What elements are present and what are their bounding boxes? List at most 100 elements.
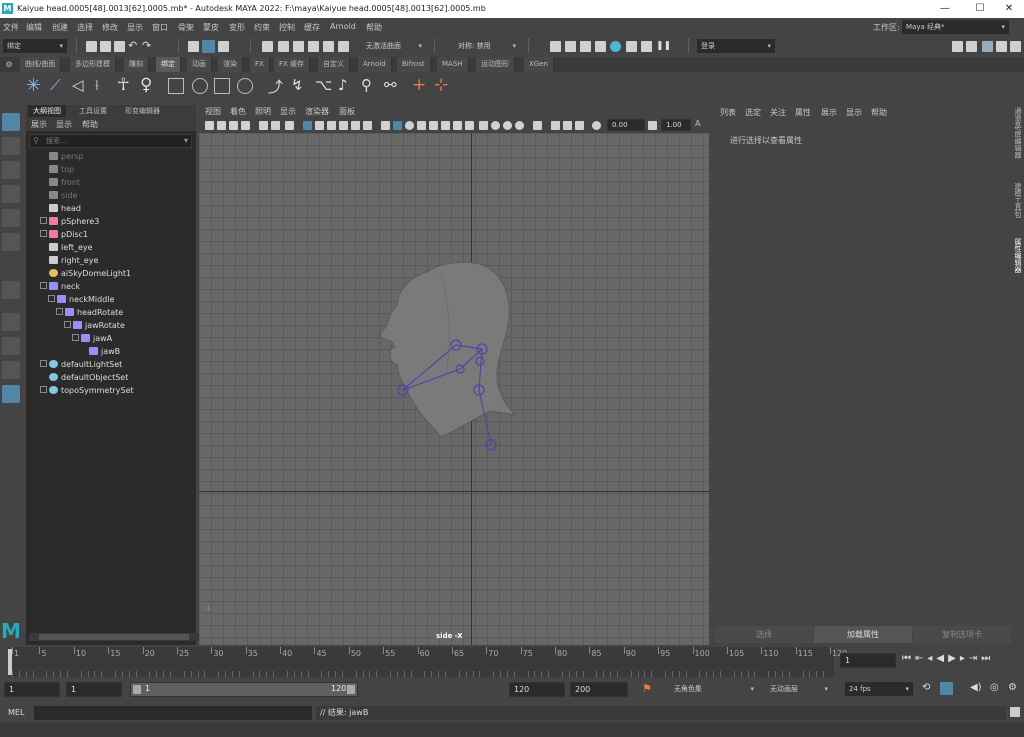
- lasso-tool-icon[interactable]: [2, 137, 20, 155]
- outliner-item[interactable]: right_eye: [40, 254, 98, 267]
- smooth-bind-icon[interactable]: [192, 78, 208, 94]
- menu-edit[interactable]: 编辑: [26, 22, 42, 33]
- search-options-chevron-icon[interactable]: ▾: [184, 136, 188, 145]
- hypershade-icon[interactable]: [610, 41, 621, 52]
- textured-icon[interactable]: [417, 121, 426, 130]
- mel-label[interactable]: MEL: [8, 708, 24, 717]
- point-constraint-icon[interactable]: +: [412, 75, 426, 95]
- step-back-key-icon[interactable]: ⇤: [915, 653, 927, 664]
- tab-tool-settings[interactable]: 工具设置: [74, 105, 112, 117]
- color-space-icon[interactable]: A: [695, 119, 700, 128]
- attr-menu-selected[interactable]: 选定: [745, 107, 761, 118]
- snap-point-icon[interactable]: [293, 41, 304, 52]
- attr-menu-list[interactable]: 列表: [720, 107, 736, 118]
- shelf-tab-fx[interactable]: FX: [250, 57, 270, 72]
- wrap-icon[interactable]: [237, 78, 253, 94]
- insert-joint-icon[interactable]: ⟋: [50, 76, 61, 94]
- menu-display[interactable]: 显示: [127, 22, 143, 33]
- shelf-tab-poly-modeling[interactable]: 多边形建模: [70, 57, 116, 72]
- select-object-icon[interactable]: [202, 40, 215, 53]
- last-tool-icon[interactable]: [2, 281, 20, 299]
- orient-joint-icon[interactable]: ⟊: [95, 76, 99, 94]
- menu-skeleton[interactable]: 骨架: [178, 22, 194, 33]
- parent-constraint-icon[interactable]: ⊹: [434, 75, 448, 95]
- menu-control[interactable]: 控制: [279, 22, 295, 33]
- outliner-menu-display[interactable]: 显示: [56, 119, 72, 130]
- time-slider-track[interactable]: 1 5 10 15 20 25 30 35 40 45 50 55 60 65 70 75 80 85 90 95 10…: [8, 647, 847, 677]
- outliner-item[interactable]: jawA: [72, 332, 112, 345]
- backface-culling-icon[interactable]: [533, 121, 542, 130]
- outliner-item[interactable]: jawB: [80, 345, 120, 358]
- expand-toggle-icon[interactable]: [48, 295, 55, 302]
- scale-tool-icon[interactable]: [2, 233, 20, 251]
- color-management-icon[interactable]: [575, 121, 584, 130]
- grease-pencil-icon[interactable]: [259, 121, 268, 130]
- menu-help[interactable]: 帮助: [366, 22, 382, 33]
- menu-arnold[interactable]: Arnold: [330, 22, 356, 31]
- outliner-item[interactable]: pDisc1: [40, 228, 88, 241]
- tab-modeling-toolkit[interactable]: 建模工具包: [1012, 183, 1024, 218]
- menu-modify[interactable]: 修改: [102, 22, 118, 33]
- bind-skin-icon[interactable]: [168, 78, 184, 94]
- outliner-item[interactable]: persp: [40, 150, 84, 163]
- outliner-horizontal-scrollbar[interactable]: [29, 633, 213, 641]
- wireframe-on-shaded-icon[interactable]: [405, 121, 414, 130]
- select-hierarchy-icon[interactable]: [188, 41, 199, 52]
- outliner-layout-icon[interactable]: [2, 385, 20, 403]
- animation-end-field[interactable]: 200: [570, 682, 628, 697]
- character-set-select[interactable]: 无角色集: [670, 682, 758, 696]
- lattice-icon[interactable]: ♪: [338, 76, 348, 94]
- outliner-menu-help[interactable]: 帮助: [82, 119, 98, 130]
- menu-create[interactable]: 创建: [52, 22, 68, 33]
- tool-settings-toggle-icon[interactable]: [996, 41, 1007, 52]
- smooth-shade-icon[interactable]: [393, 121, 402, 130]
- wire-icon[interactable]: ⚯: [384, 76, 397, 94]
- playback-end-field[interactable]: 120: [509, 682, 565, 697]
- attr-menu-attributes[interactable]: 属性: [795, 107, 811, 118]
- outliner-item[interactable]: pSphere3: [40, 215, 99, 228]
- animation-prefs-icon[interactable]: ⚙: [1008, 682, 1017, 693]
- isolate-select-icon[interactable]: [479, 121, 488, 130]
- gamma-icon[interactable]: [563, 121, 572, 130]
- expand-toggle-icon[interactable]: [40, 217, 47, 224]
- safe-title-icon[interactable]: [363, 121, 372, 130]
- menu-skin[interactable]: 蒙皮: [203, 22, 219, 33]
- paint-weights-icon[interactable]: [214, 78, 230, 94]
- loop-icon[interactable]: ⟲: [922, 682, 930, 693]
- render-frame-icon[interactable]: [565, 41, 576, 52]
- image-plane-icon[interactable]: [241, 121, 250, 130]
- arnold-render-icon[interactable]: [626, 41, 637, 52]
- play-backward-icon[interactable]: ◀: [936, 653, 948, 664]
- expand-toggle-icon[interactable]: [40, 360, 47, 367]
- select-camera-icon[interactable]: [205, 121, 214, 130]
- select-button[interactable]: 选择: [715, 626, 813, 643]
- range-slider-bar[interactable]: 1 120: [130, 682, 358, 697]
- channel-box-toggle-icon[interactable]: [1010, 41, 1021, 52]
- outliner-item[interactable]: aiSkyDomeLight1: [40, 267, 131, 280]
- ghost-icon[interactable]: ◎: [990, 682, 999, 693]
- select-tool-icon[interactable]: [2, 113, 20, 131]
- sound-icon[interactable]: ◀): [970, 682, 982, 693]
- pause-ipr-icon[interactable]: ❚❚: [656, 41, 671, 52]
- outliner-menu-show[interactable]: 展示: [31, 119, 47, 130]
- range-start-handle[interactable]: [133, 685, 141, 694]
- blendshape-icon[interactable]: ⚲: [361, 76, 372, 94]
- xray-active-icon[interactable]: [503, 121, 512, 130]
- menu-windows[interactable]: 窗口: [152, 22, 168, 33]
- exposure-icon[interactable]: [551, 121, 560, 130]
- expand-toggle-icon[interactable]: [56, 308, 63, 315]
- shelf-tab-curves-surfaces[interactable]: 曲线/曲面: [20, 57, 62, 72]
- auto-key-icon[interactable]: ⚑: [642, 682, 652, 695]
- save-scene-icon[interactable]: [114, 41, 125, 52]
- character-controls-icon[interactable]: [966, 41, 977, 52]
- 2d-pan-zoom-icon[interactable]: [271, 121, 280, 130]
- expand-toggle-icon[interactable]: [64, 321, 71, 328]
- viewport-canvas[interactable]: ⊥ side -X: [199, 133, 709, 645]
- tab-outliner[interactable]: 大纲视图: [28, 105, 66, 117]
- wireframe-icon[interactable]: [381, 121, 390, 130]
- single-perspective-layout-icon[interactable]: [2, 313, 20, 331]
- ik-spline-icon[interactable]: ↯: [291, 76, 304, 94]
- animation-start-field[interactable]: 1: [4, 682, 60, 697]
- modeling-toolkit-icon[interactable]: [952, 41, 963, 52]
- redo-icon[interactable]: ↷: [142, 40, 153, 52]
